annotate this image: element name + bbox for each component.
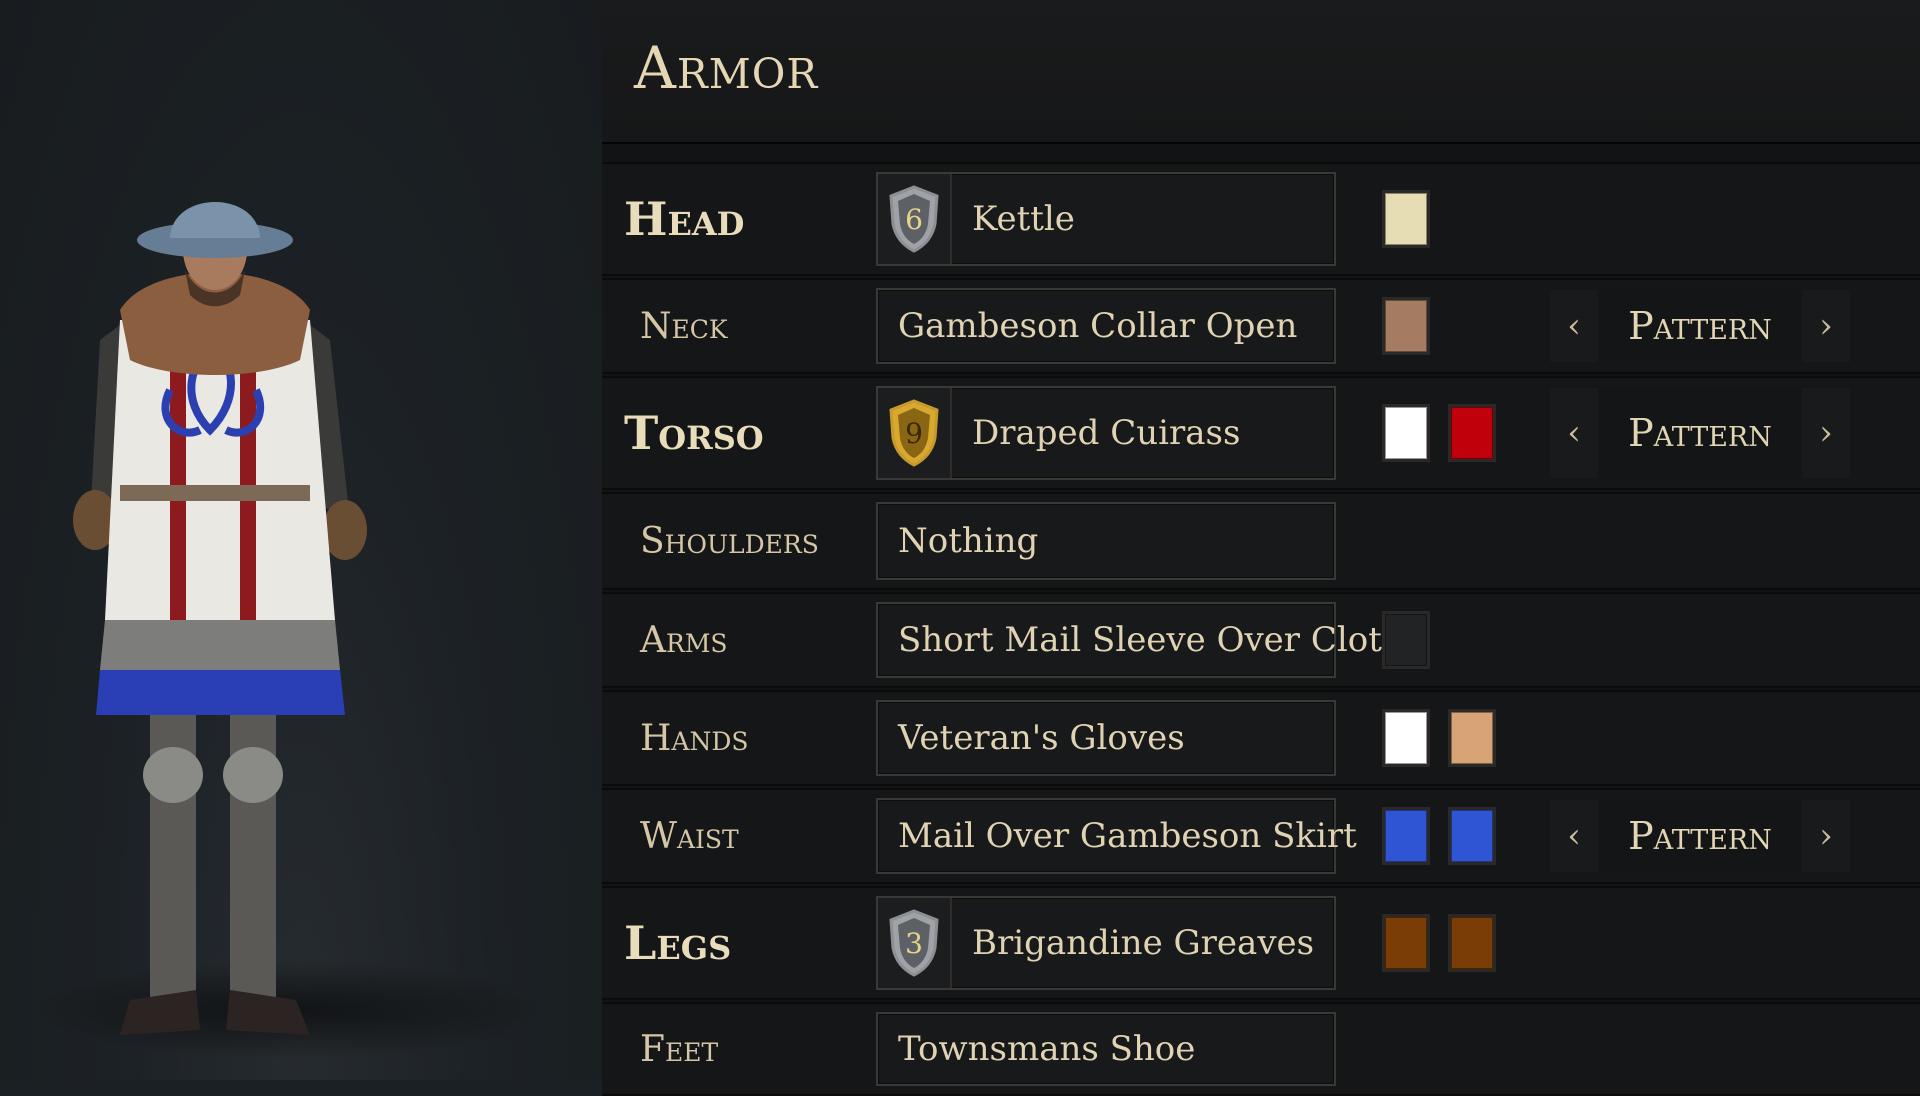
color-swatch-1[interactable] [1382,914,1430,972]
chevron-left-icon[interactable]: ‹ [1550,290,1598,362]
panel-title: Armor [634,34,819,102]
armor-slot-waist: Waist Mail Over Gambeson Skirt ‹ Pattern › [602,788,1920,884]
chevron-right-icon[interactable]: › [1802,800,1850,872]
armor-panel: Armor Head 6 Kettle Neck Gambeson Collar Op… [602,0,1920,1096]
color-swatches [1382,378,1496,488]
pattern-label: Pattern [1628,304,1772,348]
color-swatches [1382,692,1496,784]
item-name: Townsmans Shoe [898,1029,1196,1069]
color-swatches [1382,164,1430,274]
pattern-selector: ‹ Pattern › [1550,388,1850,478]
color-swatch-1[interactable] [1382,404,1430,462]
item-selector-legs[interactable]: 3 Brigandine Greaves [876,896,1336,990]
item-selector-neck[interactable]: Gambeson Collar Open [876,288,1336,364]
chevron-right-icon[interactable]: › [1802,290,1850,362]
item-selector-head[interactable]: 6 Kettle [876,172,1336,266]
color-swatch-1[interactable] [1382,297,1430,355]
color-swatch-2[interactable] [1448,709,1496,767]
slot-label: Feet [640,1028,719,1070]
armor-slot-feet: Feet Townsmans Shoe [602,1002,1920,1096]
color-swatch-1[interactable] [1382,709,1430,767]
color-swatch-2[interactable] [1448,404,1496,462]
color-swatch-1[interactable] [1382,807,1430,865]
tier-number: 6 [905,202,923,236]
color-swatches [1382,790,1496,882]
slot-label: Legs [624,916,732,970]
item-name: Nothing [898,521,1039,561]
item-selector-hands[interactable]: Veteran's Gloves [876,700,1336,776]
chevron-left-icon[interactable]: ‹ [1550,800,1598,872]
pattern-label: Pattern [1628,411,1772,455]
character-model [73,202,367,1035]
color-swatch-2[interactable] [1448,914,1496,972]
item-selector-feet[interactable]: Townsmans Shoe [876,1012,1336,1086]
tier-number: 3 [905,926,923,960]
armor-slot-neck: Neck Gambeson Collar Open ‹ Pattern › [602,278,1920,374]
item-selector-waist[interactable]: Mail Over Gambeson Skirt [876,798,1357,874]
slot-label: Hands [640,717,749,759]
color-swatches [1382,594,1430,686]
item-selector-shoulders[interactable]: Nothing [876,502,1336,580]
item-name: Mail Over Gambeson Skirt [898,816,1357,856]
color-swatches [1382,888,1496,998]
slot-label: Arms [640,619,728,661]
pattern-selector: ‹ Pattern › [1550,800,1850,872]
item-selector-arms[interactable]: Short Mail Sleeve Over Cloth [876,602,1404,678]
color-swatch-1[interactable] [1382,611,1430,669]
chevron-right-icon[interactable]: › [1802,388,1850,478]
item-name: Kettle [972,199,1075,239]
item-name: Draped Cuirass [972,413,1241,453]
item-selector-torso[interactable]: 9 Draped Cuirass [876,386,1336,480]
pattern-label: Pattern [1628,814,1772,858]
item-name: Brigandine Greaves [972,923,1315,963]
tier-shield-icon: 3 [878,898,952,988]
tier-number: 9 [905,416,923,450]
item-name: Short Mail Sleeve Over Cloth [898,620,1404,660]
item-name: Veteran's Gloves [898,718,1185,758]
color-swatches [1382,280,1430,372]
color-swatch-1[interactable] [1382,190,1430,248]
item-name: Gambeson Collar Open [898,306,1298,346]
armor-slot-legs: Legs 3 Brigandine Greaves [602,886,1920,1000]
slot-label: Head [624,192,745,246]
tier-shield-icon: 6 [878,174,952,264]
slot-label: Neck [640,305,728,347]
chevron-left-icon[interactable]: ‹ [1550,388,1598,478]
armor-slot-torso: Torso 9 Draped Cuirass ‹ Pattern › [602,376,1920,490]
armor-slot-shoulders: Shoulders Nothing [602,492,1920,590]
armor-slot-hands: Hands Veteran's Gloves [602,690,1920,786]
pattern-selector: ‹ Pattern › [1550,290,1850,362]
armor-slot-arms: Arms Short Mail Sleeve Over Cloth [602,592,1920,688]
armor-slot-head: Head 6 Kettle [602,162,1920,276]
color-swatch-2[interactable] [1448,807,1496,865]
tier-shield-icon: 9 [878,388,952,478]
character-preview[interactable] [0,0,602,1080]
slot-label: Waist [640,815,739,857]
panel-header: Armor [602,0,1920,144]
slot-label: Shoulders [640,520,819,562]
slot-label: Torso [624,406,764,460]
